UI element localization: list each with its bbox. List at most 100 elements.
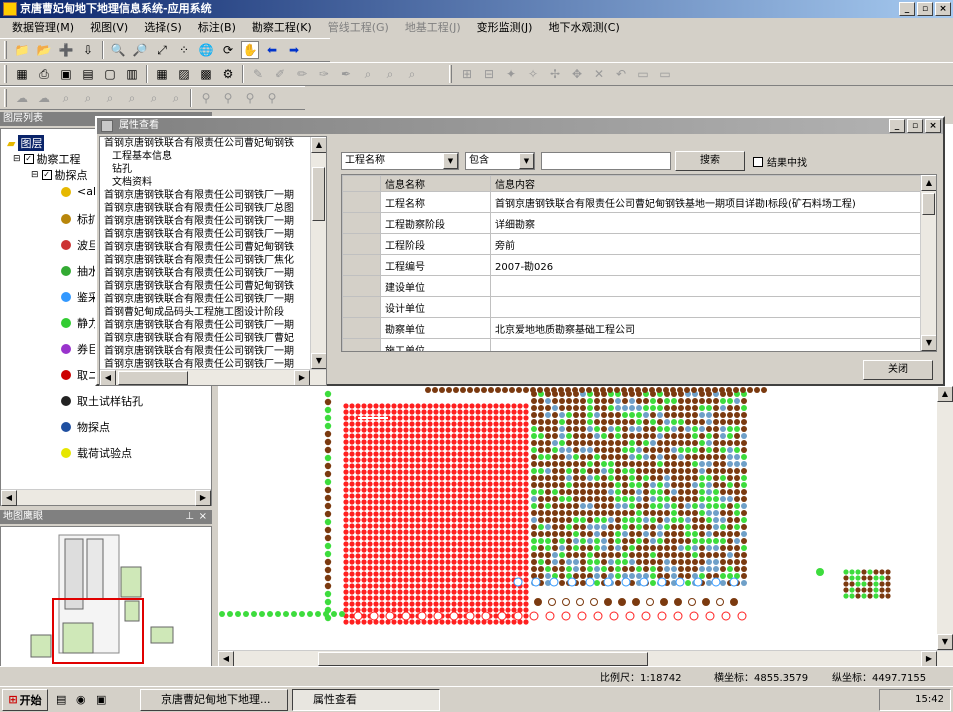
report-icon[interactable]: ▥	[123, 65, 141, 83]
filter-checkbox[interactable]	[753, 156, 763, 167]
dialog-minimize-button[interactable]: _	[889, 119, 905, 133]
tree-item[interactable]: 首钢京唐钢铁联合有限责任公司钢铁厂一期	[100, 293, 326, 306]
scroll-down-button[interactable]: ▼	[921, 335, 936, 351]
cell-name[interactable]: 工程名称	[380, 191, 491, 213]
dialog-close-icon-button[interactable]: ×	[925, 119, 941, 133]
edit-disabled-icon-4[interactable]: ✑	[315, 65, 333, 83]
operator-select[interactable]: 包含 ▼	[465, 152, 535, 170]
query-icon-3[interactable]: ⌕	[101, 89, 119, 107]
scroll-right-button[interactable]: ▶	[921, 651, 937, 667]
collapse-icon[interactable]: ⊟	[31, 170, 39, 180]
tree-item[interactable]: 首钢京唐钢铁联合有限责任公司钢铁厂一期	[100, 228, 326, 241]
overview-map[interactable]	[0, 526, 212, 668]
menu-item-3[interactable]: 标注(B)	[190, 18, 244, 38]
pin-icon[interactable]: ⊥	[185, 510, 194, 524]
draw-point-icon[interactable]: ✦	[502, 65, 520, 83]
menu-item-8[interactable]: 地下水观测(C)	[540, 18, 627, 38]
subgroup-checkbox[interactable]: ✓	[41, 170, 52, 180]
cell-name[interactable]: 设计单位	[380, 296, 491, 318]
person-search-icon-1[interactable]: ⚲	[197, 89, 215, 107]
cell-content[interactable]: 北京爱地地质勘察基础工程公司	[490, 317, 922, 339]
layer-item[interactable]: 物探点	[61, 419, 110, 435]
tree-item[interactable]: 首钢京唐钢铁联合有限责任公司曹妃甸钢铁	[100, 241, 326, 254]
dialog-maximize-button[interactable]: ▫	[907, 119, 923, 133]
table-row[interactable]: 设计单位	[342, 296, 922, 318]
row-header[interactable]	[342, 233, 381, 255]
tree-subgroup[interactable]: ⊟ ✓ 勘探点	[31, 167, 88, 183]
pan-hand-icon[interactable]: ✋	[241, 41, 259, 59]
draw-area-icon[interactable]: ✢	[546, 65, 564, 83]
back-arrow-icon[interactable]: ⬅	[263, 41, 281, 59]
cell-content[interactable]: 旁前	[490, 233, 922, 255]
cell-content[interactable]: 2007-勘026	[490, 254, 922, 276]
start-button[interactable]: ⊞ 开始	[2, 688, 48, 711]
forward-arrow-icon[interactable]: ➡	[285, 41, 303, 59]
scroll-left-button[interactable]: ◀	[100, 370, 116, 385]
table-icon[interactable]: ▤	[79, 65, 97, 83]
cell-content[interactable]	[490, 296, 922, 318]
edit-disabled-icon-3[interactable]: ✏	[293, 65, 311, 83]
map-hscroll[interactable]: ◀ ▶	[218, 650, 953, 667]
quicklaunch-icon-3[interactable]: ▣	[96, 693, 106, 706]
cell-content[interactable]	[490, 338, 922, 351]
scroll-up-button[interactable]: ▲	[921, 175, 936, 191]
undo-icon[interactable]: ↶	[612, 65, 630, 83]
scroll-left-button[interactable]: ◀	[1, 490, 17, 506]
edit-disabled-icon-2[interactable]: ✐	[271, 65, 289, 83]
chart-icon[interactable]: ▨	[175, 65, 193, 83]
full-extent-icon[interactable]: ⤢	[153, 41, 171, 59]
table-row[interactable]: 勘察单位 北京爱地地质勘察基础工程公司	[342, 317, 922, 339]
tree-item[interactable]: 首钢京唐钢铁联合有限责任公司钢铁厂一期	[100, 319, 326, 332]
move-icon[interactable]: ✥	[568, 65, 586, 83]
layer-item[interactable]: 波旦	[61, 237, 99, 253]
settings-icon[interactable]: ⚙	[219, 65, 237, 83]
collapse-icon[interactable]: ⊟	[13, 154, 21, 164]
row-header[interactable]	[342, 338, 381, 351]
scroll-up-button[interactable]: ▲	[311, 137, 326, 153]
refresh-map-icon[interactable]: ⟳	[219, 41, 237, 59]
minimize-button[interactable]: _	[899, 2, 915, 16]
table-row[interactable]: 工程编号 2007-勘026	[342, 254, 922, 276]
scroll-down-button[interactable]: ▼	[311, 353, 326, 369]
scroll-right-button[interactable]: ▶	[195, 490, 211, 506]
folder-icon[interactable]: 📂	[35, 41, 53, 59]
cloud-outline-icon[interactable]: ☁	[35, 89, 53, 107]
field-select[interactable]: 工程名称 ▼	[341, 152, 459, 170]
attribute-grid[interactable]: 信息名称 信息内容 工程名称 首钢京唐钢铁联合有限责任公司曹妃甸钢铁基地一期项目详…	[341, 174, 937, 352]
cell-content[interactable]: 首钢京唐钢铁联合有限责任公司曹妃甸钢铁基地一期项目详勘Ⅰ标段(矿石料场工程)	[490, 191, 922, 213]
cloud-icon[interactable]: ☁	[13, 89, 31, 107]
tree-item[interactable]: 首钢京唐钢铁联合有限责任公司钢铁厂曹妃	[100, 332, 326, 345]
layer-item[interactable]: <al	[61, 185, 96, 198]
edit-disabled-icon-8[interactable]: ⌕	[403, 65, 421, 83]
grid-header-content[interactable]: 信息内容	[490, 175, 922, 192]
edit-disabled-icon-6[interactable]: ⌕	[359, 65, 377, 83]
layer-item[interactable]: 载荷试验点	[61, 445, 132, 461]
close-button[interactable]: ×	[935, 2, 951, 16]
cell-name[interactable]: 工程阶段	[380, 233, 491, 255]
cell-name[interactable]: 施工单位	[380, 338, 491, 351]
scroll-left-button[interactable]: ◀	[218, 651, 234, 667]
taskbar-app-button[interactable]: 京唐曹妃甸地下地理...	[140, 689, 288, 711]
tree-item[interactable]: 首钢京唐钢铁联合有限责任公司钢铁厂总图	[100, 202, 326, 215]
draw-line-icon[interactable]: ✧	[524, 65, 542, 83]
grid-header-name[interactable]: 信息名称	[380, 175, 491, 192]
scroll-thumb[interactable]	[318, 652, 648, 666]
map-vscroll[interactable]: ▲ ▼	[937, 386, 953, 650]
layer-item[interactable]: 标扩	[61, 211, 99, 227]
tree-item[interactable]: 首钢京唐钢铁联合有限责任公司钢铁厂焦化	[100, 254, 326, 267]
cell-name[interactable]: 工程编号	[380, 254, 491, 276]
layer-item[interactable]: 取ニ	[61, 367, 99, 383]
zoom-out-icon[interactable]: 🔎	[131, 41, 149, 59]
query-icon-1[interactable]: ⌕	[57, 89, 75, 107]
close-icon[interactable]: ×	[199, 510, 207, 524]
layer-item[interactable]: 静力	[61, 315, 99, 331]
scroll-down-button[interactable]: ▼	[937, 634, 953, 650]
tree-item[interactable]: 首钢京唐钢铁联合有限责任公司钢铁厂一期	[100, 189, 326, 202]
cell-content[interactable]	[490, 275, 922, 297]
cell-content[interactable]: 详细勘察	[490, 212, 922, 234]
row-header[interactable]	[342, 317, 381, 339]
query-icon-6[interactable]: ⌕	[167, 89, 185, 107]
chevron-down-icon[interactable]: ▼	[443, 153, 458, 169]
select-rect-icon[interactable]: ⊞	[458, 65, 476, 83]
person-search-icon-4[interactable]: ⚲	[263, 89, 281, 107]
